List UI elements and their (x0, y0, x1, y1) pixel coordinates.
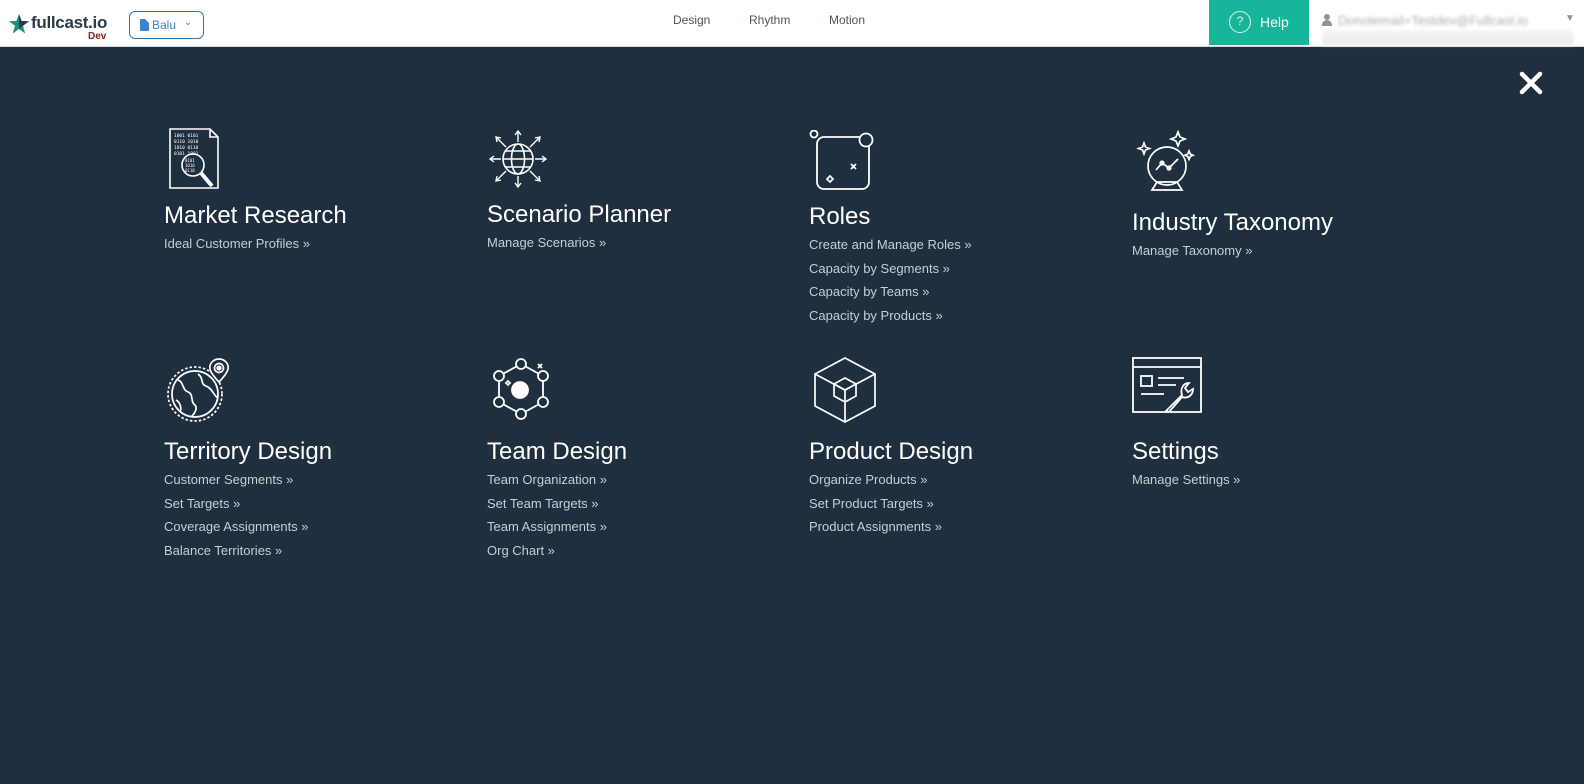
link-capacity-by-products[interactable]: Capacity by Products » (809, 308, 943, 323)
logo-wordmark: fullcast.io (31, 13, 108, 32)
module-title: Territory Design (164, 438, 333, 465)
user-icon (1322, 14, 1332, 26)
nav-rhythm[interactable]: Rhythm (749, 13, 790, 27)
user-email: Donotemail+Testdev@Fullcast.io (1338, 13, 1528, 28)
link-capacity-by-teams[interactable]: Capacity by Teams » (809, 284, 929, 299)
link-create-manage-roles[interactable]: Create and Manage Roles » (809, 237, 972, 252)
fullcast-logo[interactable]: fullcast.io Dev (8, 10, 118, 44)
link-coverage-assignments[interactable]: Coverage Assignments » (164, 519, 309, 534)
link-team-organization[interactable]: Team Organization » (487, 472, 607, 487)
module-title: Product Design (809, 438, 974, 465)
link-org-chart[interactable]: Org Chart » (487, 543, 555, 558)
help-button[interactable]: ? Help (1209, 0, 1309, 45)
market-research-icon: 1001 01010110 1010 1010 01100101 1001 01… (169, 128, 219, 189)
link-balance-territories[interactable]: Balance Territories » (164, 543, 282, 558)
svg-text:1010 0110: 1010 0110 (174, 145, 199, 151)
module-title: Scenario Planner (487, 201, 672, 228)
user-menu[interactable]: Donotemail+Testdev@Fullcast.io ▼ (1318, 0, 1578, 45)
svg-text:0110 1010: 0110 1010 (174, 139, 199, 145)
user-menu-shade (1322, 30, 1574, 45)
roles-icon (809, 130, 874, 190)
link-organize-products[interactable]: Organize Products » (809, 472, 928, 487)
link-set-targets[interactable]: Set Targets » (164, 496, 240, 511)
link-manage-settings[interactable]: Manage Settings » (1132, 472, 1240, 487)
module-title: Market Research (164, 202, 347, 229)
product-design-icon (814, 357, 876, 423)
nav-motion[interactable]: Motion (829, 13, 865, 27)
module-title: Team Design (487, 438, 628, 465)
star-logo-icon (9, 14, 29, 34)
link-manage-scenarios[interactable]: Manage Scenarios » (487, 235, 606, 250)
module-title: Roles (809, 203, 871, 230)
link-capacity-by-segments[interactable]: Capacity by Segments » (809, 261, 950, 276)
question-icon: ? (1229, 11, 1251, 33)
territory-design-icon (167, 358, 229, 422)
team-design-icon (493, 358, 549, 420)
caret-down-icon: ▼ (1565, 13, 1575, 24)
environment-label: Dev (88, 31, 107, 42)
project-select[interactable]: Balu ⌄ (129, 11, 204, 39)
link-set-team-targets[interactable]: Set Team Targets » (487, 496, 599, 511)
link-ideal-customer-profiles[interactable]: Ideal Customer Profiles » (164, 236, 310, 251)
link-product-assignments[interactable]: Product Assignments » (809, 519, 942, 534)
file-icon (140, 19, 149, 31)
settings-icon (1132, 357, 1202, 414)
scenario-planner-icon (488, 129, 548, 189)
link-customer-segments[interactable]: Customer Segments » (164, 472, 293, 487)
module-title: Settings (1132, 438, 1219, 465)
top-bar: fullcast.io Dev Balu ⌄ Design Rhythm Mot… (0, 0, 1584, 47)
industry-taxonomy-icon (1136, 130, 1196, 191)
chevron-down-icon: ⌄ (184, 17, 193, 28)
help-label: Help (1260, 14, 1289, 30)
link-team-assignments[interactable]: Team Assignments » (487, 519, 607, 534)
project-select-value: Balu (152, 18, 177, 32)
svg-text:0110: 0110 (185, 168, 195, 173)
nav-design[interactable]: Design (673, 13, 710, 27)
svg-text:1001 0101: 1001 0101 (174, 133, 199, 139)
link-manage-taxonomy[interactable]: Manage Taxonomy » (1132, 243, 1252, 258)
module-title: Industry Taxonomy (1132, 209, 1333, 236)
link-set-product-targets[interactable]: Set Product Targets » (809, 496, 934, 511)
close-icon[interactable] (1518, 70, 1544, 96)
